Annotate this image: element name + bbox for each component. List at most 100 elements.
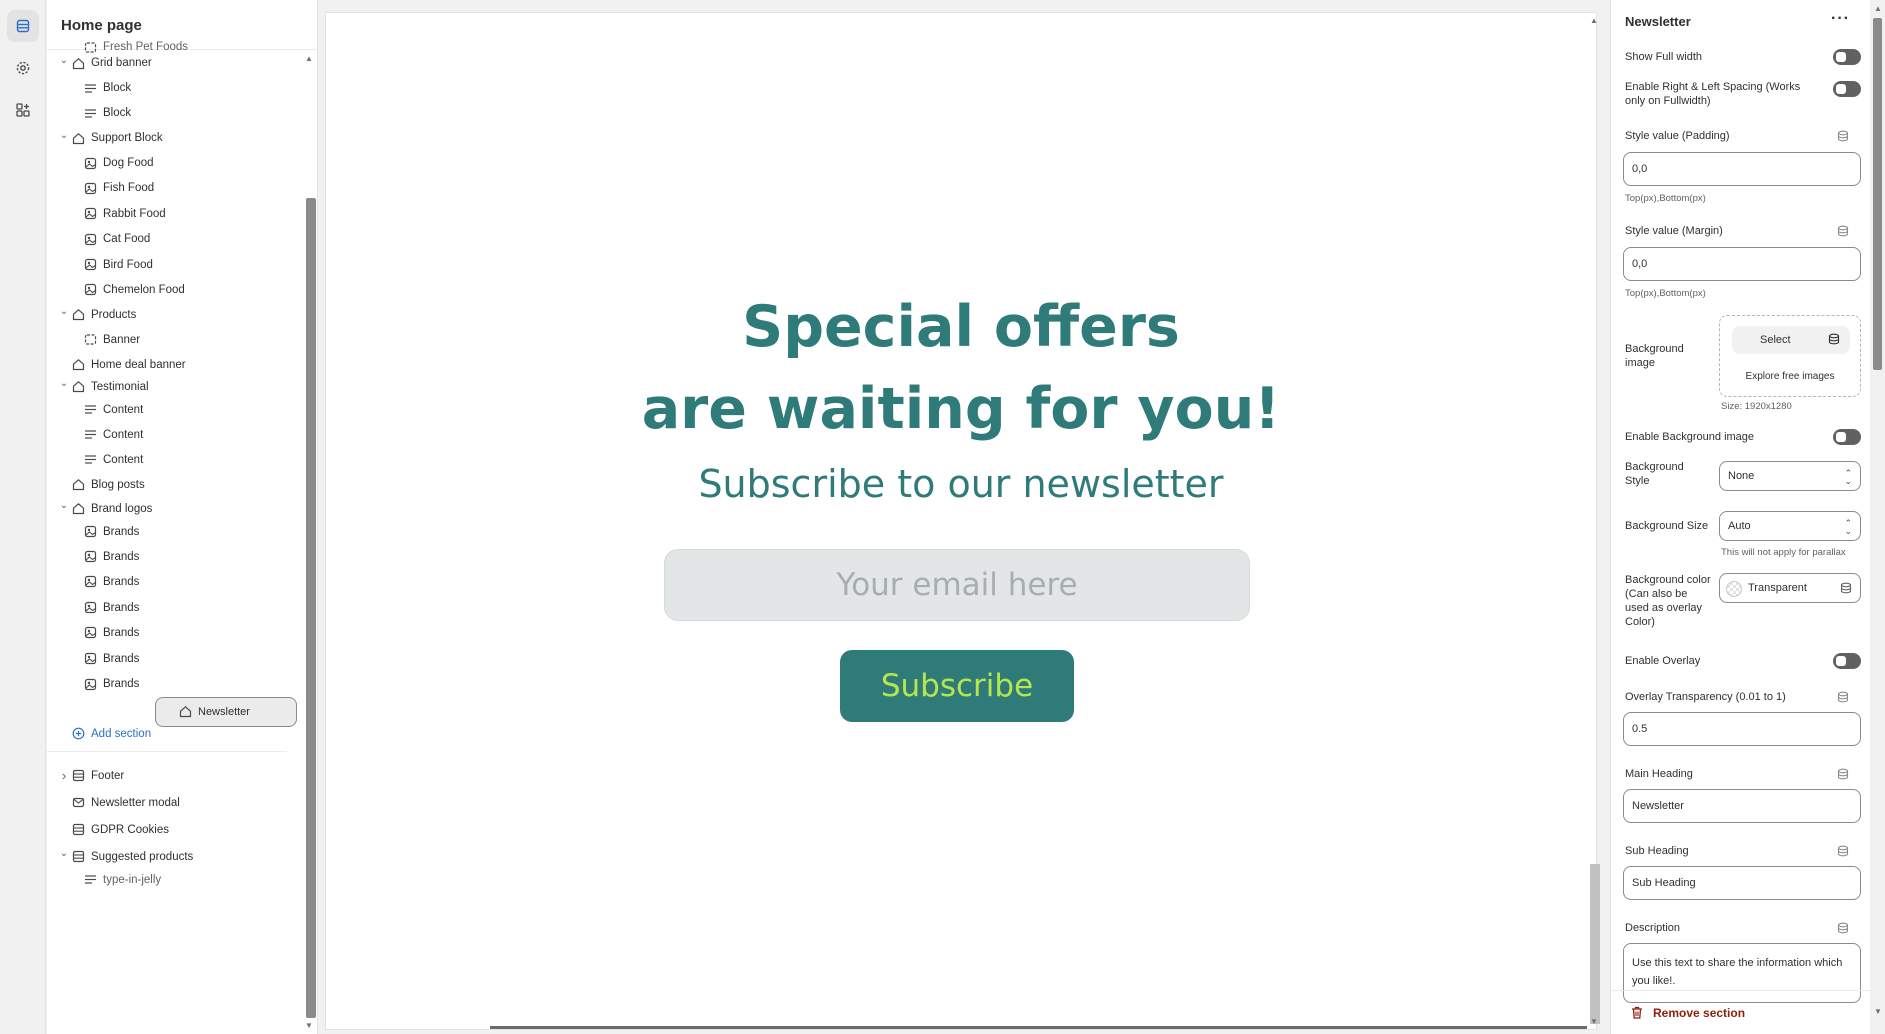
theme-editor: Home page Fresh Pet Foods ⌄ Grid banner Blo… bbox=[0, 0, 1885, 1034]
tree-item-brands[interactable]: Brands bbox=[57, 569, 293, 595]
tree-item-suggested-products[interactable]: ⌄ Suggested products bbox=[57, 844, 293, 870]
scroll-down-arrow-icon[interactable]: ▼ bbox=[1590, 1017, 1598, 1026]
enable-bg-image-toggle[interactable] bbox=[1833, 429, 1861, 445]
tree-item-label: Suggested products bbox=[91, 850, 194, 863]
tree-item-newsletter-modal[interactable]: Newsletter modal bbox=[57, 790, 293, 816]
tree-item-block[interactable]: Block bbox=[57, 75, 293, 101]
bg-style-select[interactable]: None ⌃ ⌄ bbox=[1719, 461, 1861, 491]
tree-item-label: Chemelon Food bbox=[103, 283, 185, 296]
sections-icon[interactable] bbox=[7, 10, 39, 42]
color-swatch bbox=[1726, 581, 1742, 597]
sub-heading-input[interactable]: Sub Heading bbox=[1623, 866, 1861, 900]
sidebar-scroll-thumb[interactable] bbox=[306, 198, 316, 1018]
tree-item-content[interactable]: Content bbox=[57, 422, 293, 448]
settings-gear-icon[interactable] bbox=[7, 52, 39, 84]
tree-item-brands[interactable]: Brands bbox=[57, 544, 293, 570]
tree-item-testimonial[interactable]: ⌄ Testimonial bbox=[57, 374, 293, 400]
dynamic-source-icon[interactable] bbox=[1837, 691, 1849, 706]
preview-heading-line2: are waiting for you! bbox=[641, 376, 1281, 442]
chevron-down-icon[interactable]: ⌄ bbox=[57, 848, 71, 859]
explore-free-images-link[interactable]: Explore free images bbox=[1720, 371, 1860, 382]
bg-color-label: Background color (Can also be used as ov… bbox=[1625, 574, 1711, 628]
tree-item-chemelon-food[interactable]: Chemelon Food bbox=[57, 277, 293, 303]
scroll-up-arrow-icon[interactable]: ▲ bbox=[1874, 4, 1882, 13]
dynamic-source-icon[interactable] bbox=[1837, 130, 1849, 145]
dynamic-source-icon[interactable] bbox=[1837, 768, 1849, 783]
dynamic-source-icon[interactable] bbox=[1828, 333, 1840, 348]
show-full-width-label: Show Full width bbox=[1625, 51, 1703, 63]
main-heading-input[interactable]: Newsletter bbox=[1623, 789, 1861, 823]
tree-item-brands[interactable]: Brands bbox=[57, 671, 293, 697]
tree-item-fish-food[interactable]: Fish Food bbox=[57, 175, 293, 201]
dynamic-source-icon[interactable] bbox=[1840, 582, 1852, 597]
panel-scroll-thumb[interactable] bbox=[1873, 18, 1882, 370]
tree-item-rabbit-food[interactable]: Rabbit Food bbox=[57, 201, 293, 227]
tree-item-grid-banner[interactable]: ⌄ Grid banner bbox=[57, 50, 293, 76]
tree-item-brand-logos[interactable]: ⌄ Brand logos bbox=[57, 496, 293, 522]
size-hint: Size: 1920x1280 bbox=[1721, 401, 1792, 412]
tree-item-brands[interactable]: Brands bbox=[57, 646, 293, 672]
panel-scrollbar[interactable]: ▲ ▼ bbox=[1870, 0, 1885, 1034]
storefront-preview: Special offers are waiting for you! Subs… bbox=[325, 12, 1597, 1030]
chevron-down-icon[interactable]: ⌄ bbox=[57, 378, 71, 389]
padding-hint: Top(px),Bottom(px) bbox=[1625, 193, 1706, 204]
tree-item-label: Dog Food bbox=[103, 157, 154, 169]
remove-section-button[interactable]: Remove section bbox=[1611, 990, 1870, 1034]
preview-scroll-thumb[interactable] bbox=[1590, 864, 1600, 1024]
overlay-input[interactable]: 0.5 bbox=[1623, 712, 1861, 746]
tree-item-products[interactable]: ⌄ Products bbox=[57, 302, 293, 328]
enable-overlay-toggle[interactable] bbox=[1833, 653, 1861, 669]
enable-overlay-label: Enable Overlay bbox=[1625, 655, 1701, 667]
section-icon bbox=[71, 308, 85, 322]
tree-item-cut-bottom[interactable]: type-in-jelly bbox=[57, 867, 293, 893]
select-caret-icon: ⌃ ⌄ bbox=[1844, 468, 1852, 486]
tree-item-bird-food[interactable]: Bird Food bbox=[57, 252, 293, 278]
chevron-down-icon[interactable]: ⌄ bbox=[57, 500, 71, 511]
bg-color-picker[interactable]: Transparent bbox=[1719, 573, 1861, 603]
chevron-down-icon[interactable]: ⌄ bbox=[57, 55, 71, 66]
enable-spacing-toggle[interactable] bbox=[1833, 81, 1861, 97]
scroll-up-arrow-icon[interactable]: ▲ bbox=[1590, 16, 1598, 25]
text-block-icon bbox=[83, 106, 97, 120]
apps-icon[interactable] bbox=[7, 94, 39, 126]
tree-item-content[interactable]: Content bbox=[57, 397, 293, 423]
show-full-width-toggle[interactable] bbox=[1833, 49, 1861, 65]
chevron-right-icon[interactable]: › bbox=[57, 768, 71, 783]
chevron-down-icon[interactable]: ⌄ bbox=[57, 130, 71, 141]
tree-item-support-block[interactable]: ⌄ Support Block bbox=[57, 125, 293, 151]
bg-size-select[interactable]: Auto ⌃ ⌄ bbox=[1719, 511, 1861, 541]
section-tree: Fresh Pet Foods ⌄ Grid banner Block Block ⌄ Su… bbox=[47, 41, 301, 1034]
tree-item-footer[interactable]: › Footer bbox=[57, 763, 293, 789]
margin-input[interactable]: 0,0 bbox=[1623, 247, 1861, 281]
dynamic-source-icon[interactable] bbox=[1837, 225, 1849, 240]
tree-item-blog-posts[interactable]: Blog posts bbox=[57, 472, 293, 498]
tree-item-label: Brands bbox=[103, 678, 140, 690]
tree-item-label: Block bbox=[103, 107, 132, 119]
preview-subscribe-button[interactable]: Subscribe bbox=[840, 650, 1074, 722]
preview-email-input[interactable]: Your email here bbox=[664, 549, 1250, 621]
dynamic-source-icon[interactable] bbox=[1837, 845, 1849, 860]
enable-spacing-label: Enable Right & Left Spacing (Works only … bbox=[1625, 81, 1801, 107]
tree-item-block[interactable]: Block bbox=[57, 100, 293, 126]
sidebar-scrollbar[interactable]: ▲ ▼ bbox=[302, 50, 316, 1034]
padding-input[interactable]: 0,0 bbox=[1623, 152, 1861, 186]
tree-item-content[interactable]: Content bbox=[57, 447, 293, 473]
chevron-down-icon[interactable]: ⌄ bbox=[57, 306, 71, 317]
dynamic-source-icon[interactable] bbox=[1837, 922, 1849, 937]
scroll-down-arrow-icon[interactable]: ▼ bbox=[1874, 1007, 1882, 1016]
tree-item-label: Rabbit Food bbox=[103, 207, 166, 220]
tree-item-brands[interactable]: Brands bbox=[57, 595, 293, 621]
section-icon bbox=[71, 56, 85, 70]
more-horizontal-icon[interactable]: ··· bbox=[1831, 10, 1850, 28]
tree-item-brands[interactable]: Brands bbox=[57, 519, 293, 545]
scroll-up-arrow-icon[interactable]: ▲ bbox=[305, 54, 313, 63]
add-section-button[interactable]: Add section bbox=[57, 721, 293, 747]
tree-item-dog-food[interactable]: Dog Food bbox=[57, 150, 293, 176]
tree-item-banner[interactable]: Banner bbox=[57, 327, 293, 353]
tree-item-gdpr-cookies[interactable]: GDPR Cookies bbox=[57, 817, 293, 843]
tree-item-cat-food[interactable]: Cat Food bbox=[57, 226, 293, 252]
scroll-down-arrow-icon[interactable]: ▼ bbox=[305, 1021, 313, 1030]
preview-scrollbar[interactable]: ▲ ▼ bbox=[1587, 12, 1601, 1030]
tree-item-brands[interactable]: Brands bbox=[57, 620, 293, 646]
preview-horizontal-scrollbar[interactable] bbox=[490, 1026, 1587, 1029]
